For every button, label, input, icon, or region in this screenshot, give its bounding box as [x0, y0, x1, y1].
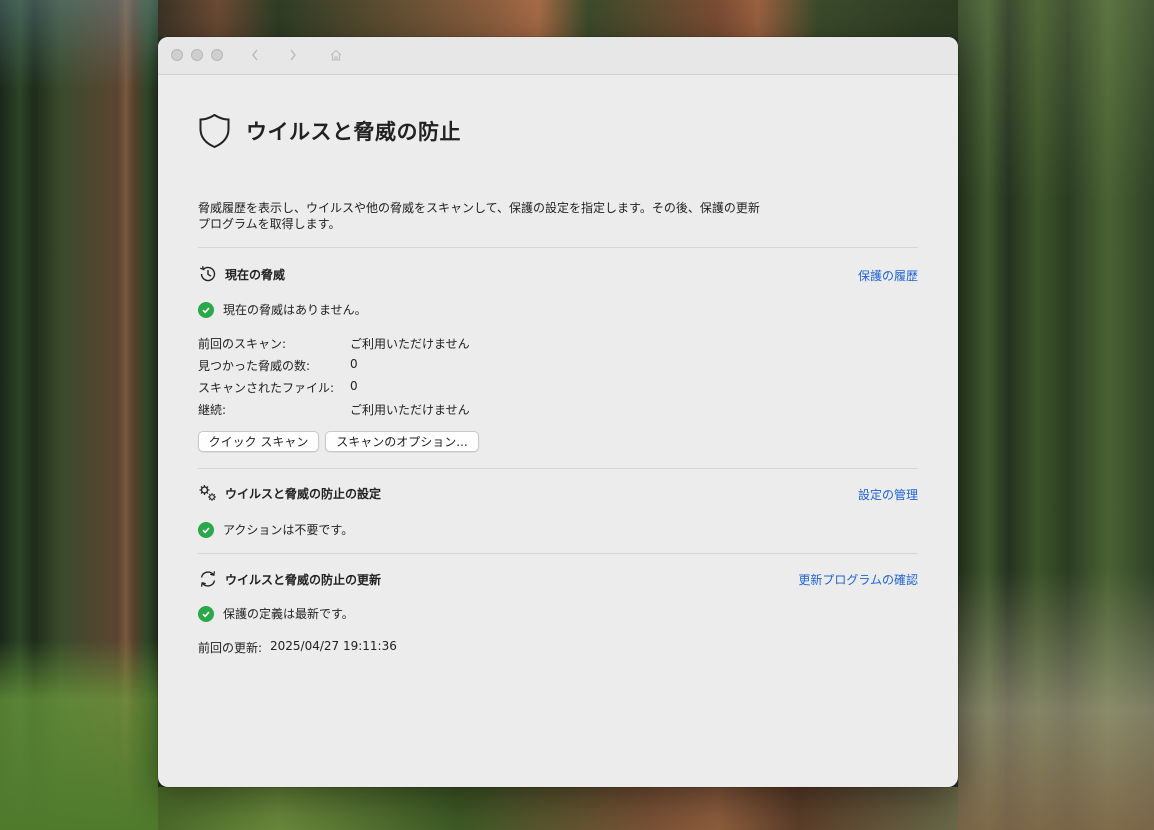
divider: [198, 247, 918, 248]
files-scanned-label: スキャンされたファイル:: [198, 381, 335, 395]
settings-status-text: アクションは不要です。: [223, 523, 354, 537]
page-description: 脅威履歴を表示し、ウイルスや他の脅威をスキャンして、保護の設定を指定します。その…: [198, 201, 760, 231]
page-title: ウイルスと脅威の防止: [246, 120, 461, 144]
home-icon: [330, 49, 342, 61]
page-header: ウイルスと脅威の防止: [198, 113, 461, 149]
current-threats-title: 現在の脅威: [225, 267, 286, 282]
last-update-label: 前回の更新:: [198, 641, 263, 655]
duration-label: 継続:: [198, 403, 227, 417]
refresh-icon: [200, 571, 216, 587]
zoom-window-button[interactable]: [211, 49, 223, 61]
updates-title: ウイルスと脅威の防止の更新: [225, 572, 382, 587]
updates-status-text: 保護の定義は最新です。: [223, 607, 354, 621]
check-circle-icon: [198, 521, 214, 538]
divider: [198, 553, 918, 554]
updates-status: 保護の定義は最新です。: [198, 605, 354, 622]
wallpaper-ground: [0, 640, 158, 830]
chevron-left-icon: [252, 49, 258, 61]
minimize-window-button[interactable]: [191, 49, 203, 61]
wallpaper-mist: [958, 570, 1154, 830]
protection-history-link[interactable]: 保護の履歴: [858, 267, 918, 284]
current-threats-status-text: 現在の脅威はありません。: [223, 303, 367, 317]
last-update-value: 2025/04/27 19:11:36: [270, 639, 397, 653]
scan-options-button[interactable]: スキャンのオプション...: [325, 431, 479, 452]
chevron-right-icon: [290, 49, 296, 61]
check-circle-icon: [198, 605, 214, 622]
desktop-wallpaper-bottom: [158, 787, 958, 830]
threats-found-value: 0: [350, 357, 358, 371]
duration-value: ご利用いただけません: [350, 403, 470, 417]
history-icon: [199, 265, 216, 282]
check-updates-link[interactable]: 更新プログラムの確認: [798, 571, 918, 588]
last-scan-label: 前回のスキャン:: [198, 337, 287, 351]
close-window-button[interactable]: [171, 49, 183, 61]
settings-header: ウイルスと脅威の防止の設定: [198, 483, 381, 503]
last-scan-value: ご利用いただけません: [350, 337, 470, 351]
check-circle-icon: [198, 301, 214, 318]
updates-header: ウイルスと脅威の防止の更新: [198, 569, 381, 589]
manage-settings-link[interactable]: 設定の管理: [858, 486, 918, 503]
settings-title: ウイルスと脅威の防止の設定: [225, 486, 382, 501]
quick-scan-button[interactable]: クイック スキャン: [198, 431, 319, 452]
threats-found-label: 見つかった脅威の数:: [198, 359, 311, 373]
current-threats-header: 現在の脅威: [198, 264, 285, 284]
home-button[interactable]: [326, 45, 346, 65]
desktop-wallpaper-left: [0, 0, 158, 830]
shield-icon: [199, 113, 230, 149]
security-window: ウイルスと脅威の防止 脅威履歴を表示し、ウイルスや他の脅威をスキャンして、保護の…: [158, 37, 958, 787]
back-button[interactable]: [245, 45, 265, 65]
divider: [198, 468, 918, 469]
title-bar: [158, 37, 958, 75]
current-threats-status: 現在の脅威はありません。: [198, 301, 367, 318]
files-scanned-value: 0: [350, 379, 358, 393]
desktop-wallpaper-top: [158, 0, 958, 37]
desktop-wallpaper-right: [958, 0, 1154, 830]
gears-icon: [199, 485, 216, 501]
forward-button[interactable]: [283, 45, 303, 65]
settings-status: アクションは不要です。: [198, 521, 353, 538]
